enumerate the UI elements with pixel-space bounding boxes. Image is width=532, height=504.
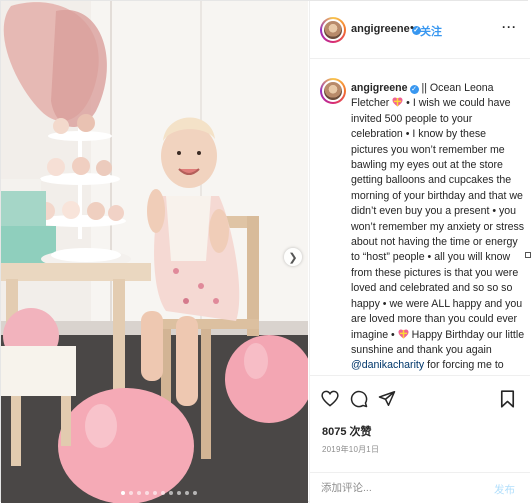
carousel-dot bbox=[121, 491, 125, 495]
username-text: angigreene bbox=[351, 23, 410, 35]
comment-bar: 发布 bbox=[310, 472, 530, 504]
heart-icon[interactable] bbox=[321, 390, 339, 412]
follow-button[interactable]: 关注 bbox=[420, 23, 442, 39]
post-dialog: ❯ angigreene ✓ • 关注 ··· angigreene ✓ || Oc… bbox=[0, 0, 530, 503]
carousel-dot bbox=[193, 491, 197, 495]
carousel-dot bbox=[169, 491, 173, 495]
post-comment-button[interactable]: 发布 bbox=[494, 482, 515, 497]
comment-input[interactable] bbox=[321, 482, 471, 494]
bookmark-icon[interactable] bbox=[500, 390, 515, 413]
carousel-dot bbox=[137, 491, 141, 495]
caption-avatar[interactable] bbox=[320, 78, 346, 104]
post-date: 2019年10月1日 bbox=[322, 445, 380, 454]
caption-segment: • I wish we could have invited 500 peopl… bbox=[351, 97, 525, 341]
verified-badge-icon: ✓ bbox=[409, 85, 419, 94]
caption-text: angigreene ✓ || Ocean Leona Fletcher • I … bbox=[351, 81, 526, 375]
post-header: angigreene ✓ • 关注 ··· bbox=[310, 1, 530, 59]
carousel-dot bbox=[145, 491, 149, 495]
carousel-dots bbox=[121, 491, 197, 495]
comment-icon[interactable] bbox=[350, 390, 368, 413]
carousel-dot bbox=[161, 491, 165, 495]
mention-link[interactable]: @danikacharity bbox=[351, 359, 424, 371]
heart-gift-emoji-icon bbox=[398, 329, 409, 339]
caption-body: || Ocean Leona Fletcher • I wish we coul… bbox=[351, 82, 524, 375]
avatar-image bbox=[322, 19, 344, 41]
like-count[interactable]: 8075 次赞 bbox=[322, 423, 372, 439]
carousel-dot bbox=[177, 491, 181, 495]
resize-handle bbox=[525, 252, 531, 258]
post-photo[interactable]: ❯ bbox=[1, 1, 308, 503]
post-sidebar: angigreene ✓ • 关注 ··· angigreene ✓ || Ocea… bbox=[309, 1, 530, 503]
action-bar: 8075 次赞 2019年10月1日 发布 bbox=[310, 375, 530, 496]
caption-username[interactable]: angigreene bbox=[351, 82, 408, 94]
carousel-dot bbox=[185, 491, 189, 495]
avatar[interactable] bbox=[320, 17, 346, 43]
caption-area: angigreene ✓ || Ocean Leona Fletcher • I … bbox=[310, 60, 530, 375]
heart-gift-emoji-icon bbox=[392, 97, 403, 107]
more-options-icon[interactable]: ··· bbox=[502, 20, 517, 34]
avatar-image bbox=[322, 80, 344, 102]
chevron-right-icon[interactable]: ❯ bbox=[284, 248, 302, 266]
photo-illustration bbox=[1, 1, 308, 503]
separator-dot: • bbox=[410, 22, 414, 34]
carousel-dot bbox=[153, 491, 157, 495]
send-icon[interactable] bbox=[378, 390, 396, 412]
carousel-dot bbox=[129, 491, 133, 495]
